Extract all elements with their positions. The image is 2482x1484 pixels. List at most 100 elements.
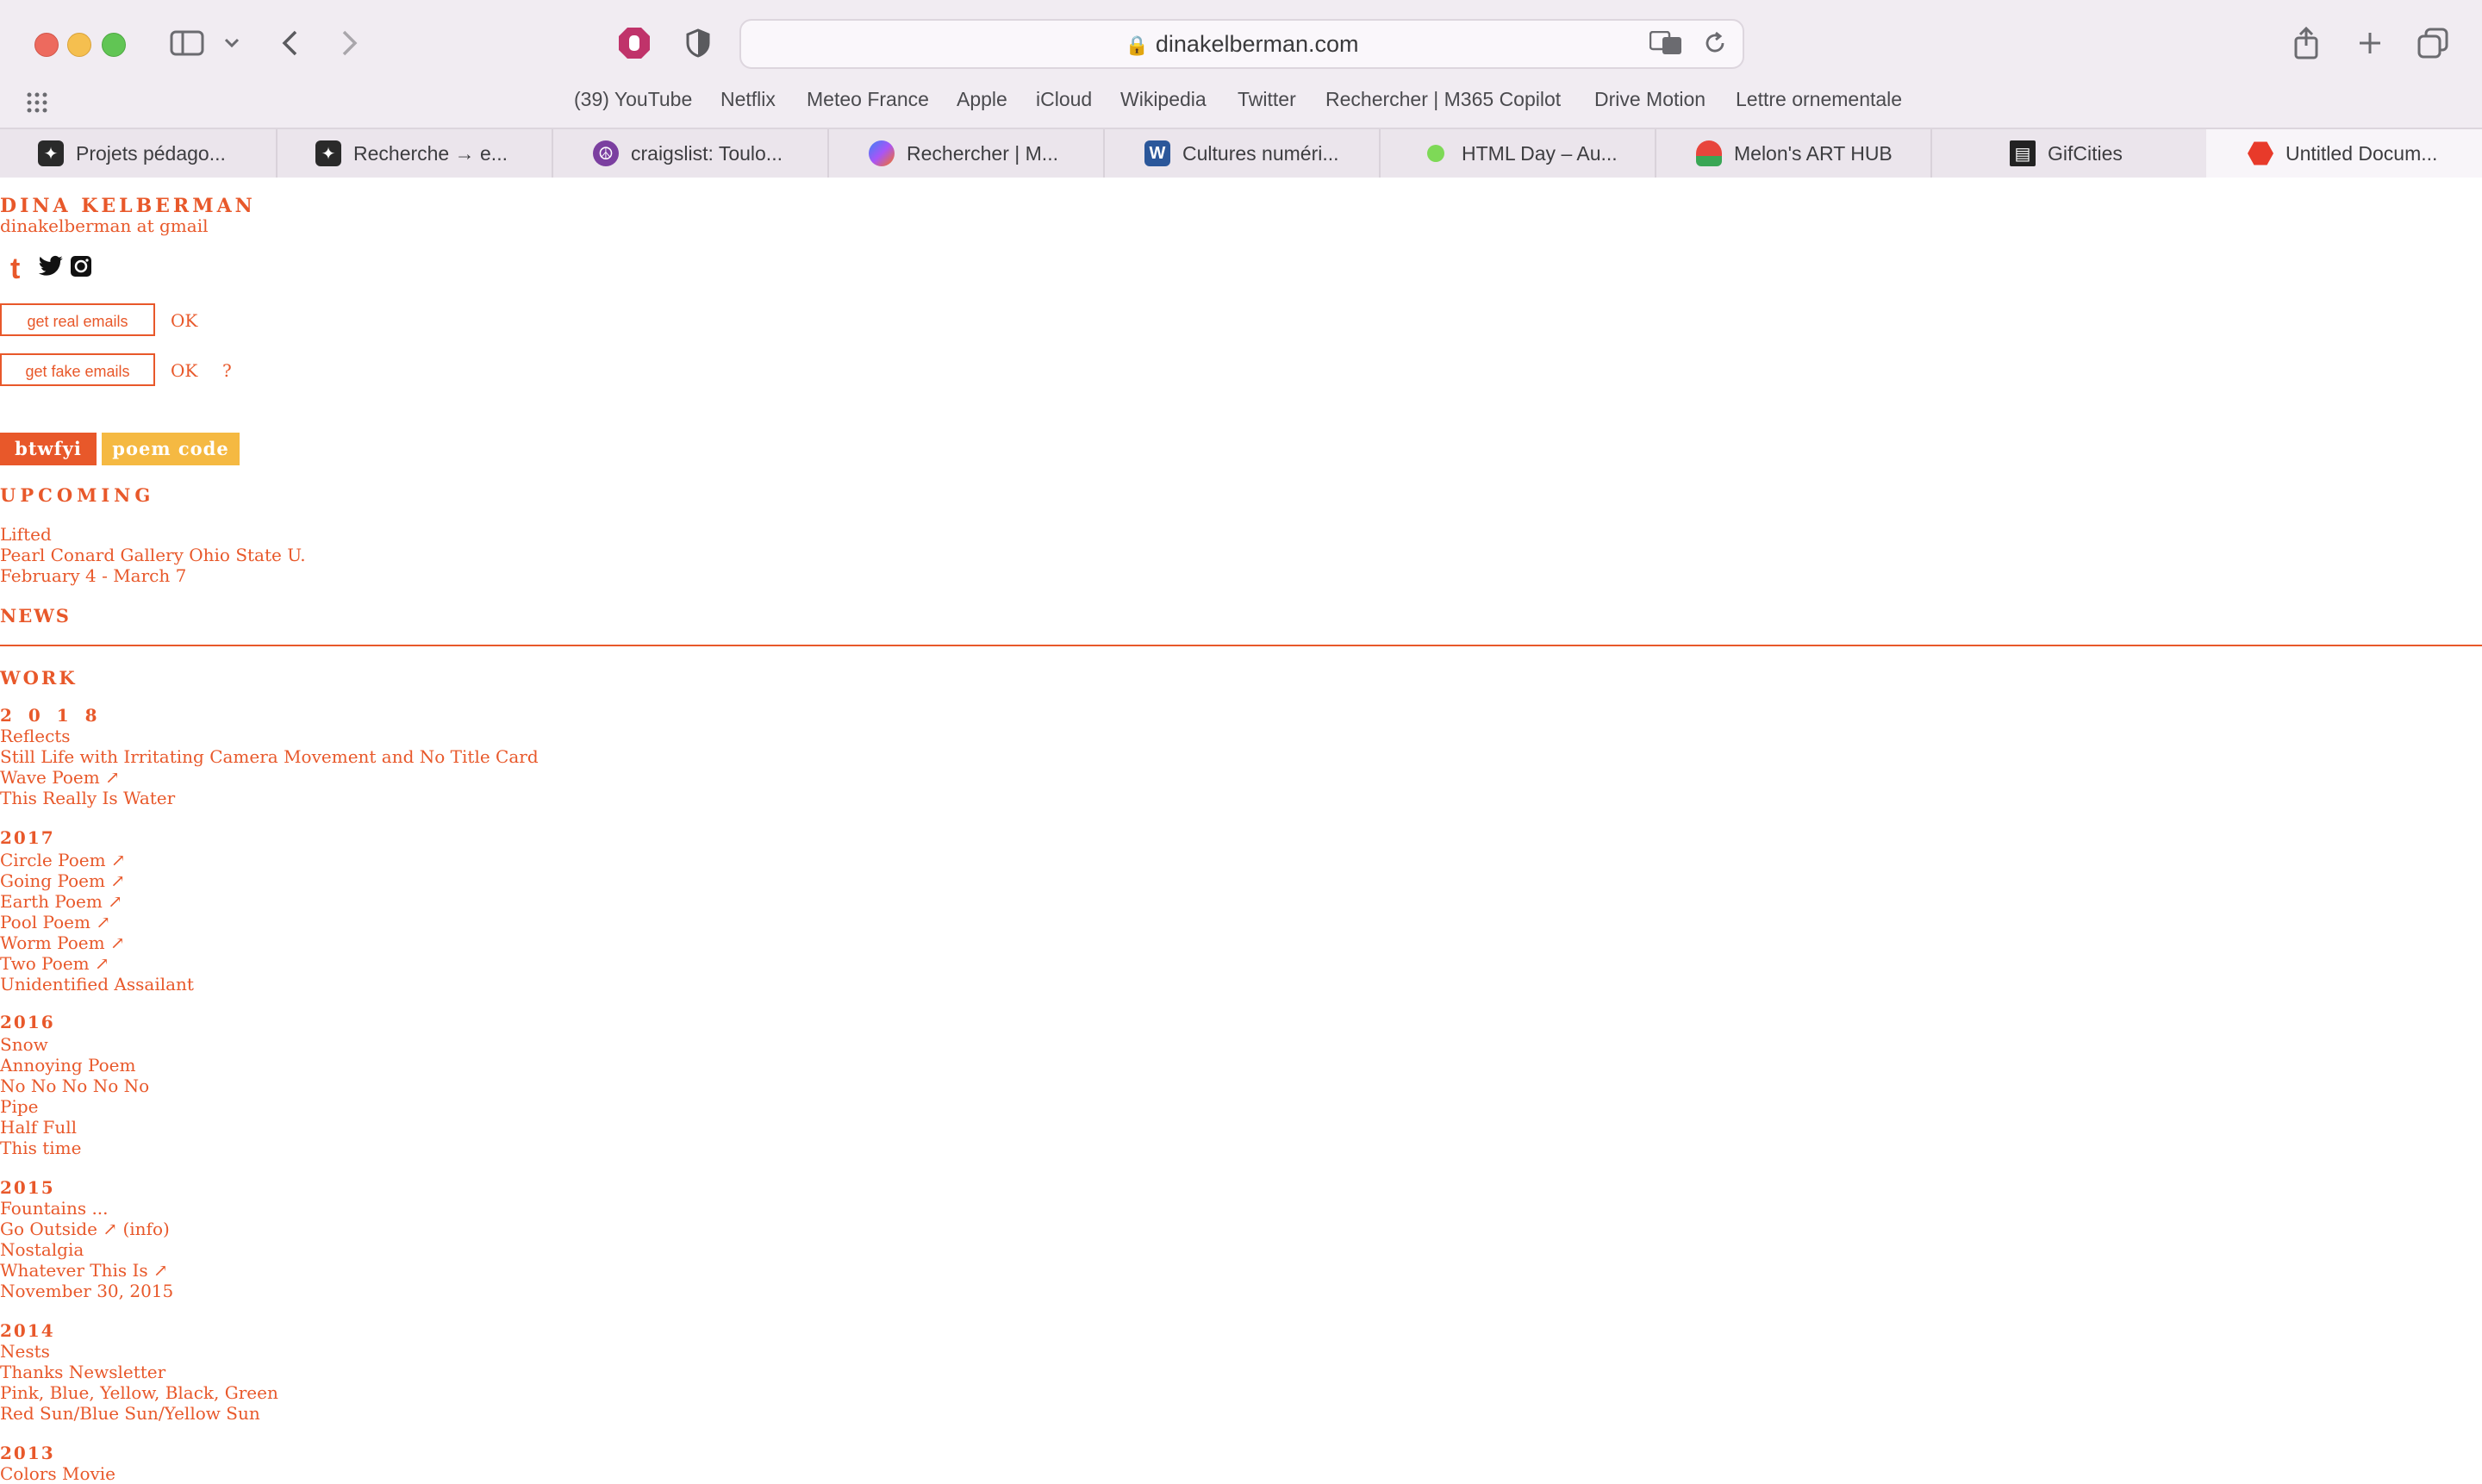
year-2017: 2017 [0,827,55,848]
cursor-icon: ✦ [38,140,64,166]
address-bar[interactable]: 🔒 dinakelberman.com [739,19,1744,69]
work-item[interactable]: Fountains ... [0,1198,173,1219]
browser-toolbar: 🔒 dinakelberman.com [0,0,2482,86]
tab-label: Projets pédago... [76,141,226,165]
work-item[interactable]: November 30, 2015 [0,1281,173,1301]
tab-melons-art-hub[interactable]: Melon's ART HUB [1655,129,1932,178]
poem-code-button[interactable]: poem code [102,433,240,465]
get-fake-emails-button[interactable]: get fake emails [0,353,155,386]
minimize-window-button[interactable] [67,33,91,57]
work-item[interactable]: Nostalgia [0,1239,173,1260]
work-item[interactable]: Pool Poem ↗ [0,912,194,932]
tab-gifcities[interactable]: ▤ GifCities [1930,129,2208,178]
tab-rechercher-copilot[interactable]: Rechercher | M... [827,129,1105,178]
reload-icon[interactable] [1703,31,1727,59]
tab-craigslist[interactable]: ☮ craigslist: Toulo... [552,129,829,178]
bookmark-twitter[interactable]: Twitter [1238,88,1296,111]
bookmark-lettre-ornementale[interactable]: Lettre ornementale [1736,88,1902,111]
upcoming-line: February 4 - March 7 [0,565,187,586]
work-item[interactable]: This Really Is Water [0,788,539,808]
year-2014: 2014 [0,1320,55,1341]
adblock-hand-icon[interactable] [614,24,655,62]
sidebar-toggle-icon[interactable] [165,24,209,62]
watermelon-icon [1696,140,1722,166]
tumblr-icon[interactable]: t [10,253,20,284]
work-item[interactable]: Annoying Poem [0,1055,149,1076]
year-2018: 2 0 1 8 [0,705,103,726]
translate-icon[interactable] [1649,30,1682,59]
chevron-down-icon[interactable] [221,24,243,62]
shield-icon[interactable] [681,24,715,62]
forward-icon[interactable] [334,24,365,62]
work-item[interactable]: This time [0,1138,149,1158]
work-item[interactable]: Snow [0,1034,149,1055]
work-item[interactable]: Earth Poem ↗ [0,891,194,912]
bookmark-icloud[interactable]: iCloud [1036,88,1092,111]
work-item[interactable]: Whatever This Is ↗ [0,1260,173,1281]
work-item[interactable]: Worm Poem ↗ [0,932,194,953]
work-item[interactable]: Reflects [0,726,539,746]
red-hexagon-icon [2248,141,2273,165]
new-tab-icon[interactable] [2353,24,2387,62]
work-item[interactable]: Pink, Blue, Yellow, Black, Green [0,1382,278,1403]
tab-label: Untitled Docum... [2286,141,2438,165]
work-item[interactable]: Going Poem ↗ [0,870,194,891]
word-icon: W [1144,140,1170,166]
work-item[interactable]: Two Poem ↗ [0,953,194,974]
tab-projets-pedago[interactable]: ✦ Projets pédago... [0,129,278,178]
zoom-window-button[interactable] [102,33,126,57]
tab-html-day[interactable]: HTML Day – Au... [1379,129,1656,178]
tab-label: GifCities [2048,141,2123,165]
tab-label: craigslist: Toulo... [631,141,783,165]
work-item[interactable]: Still Life with Irritating Camera Moveme… [0,746,539,767]
upcoming-list: Lifted Pearl Conard Gallery Ohio State U… [0,524,306,586]
ok-fake-link[interactable]: OK [171,360,197,381]
year-2013: 2013 [0,1443,55,1463]
share-icon[interactable] [2289,24,2323,62]
bookmark-youtube[interactable]: (39) YouTube [574,88,692,111]
work-item[interactable]: Red Sun/Blue Sun/Yellow Sun [0,1403,278,1424]
bookmark-netflix[interactable]: Netflix [720,88,776,111]
twitter-icon[interactable] [38,255,64,281]
get-real-emails-button[interactable]: get real emails [0,303,155,336]
peace-icon: ☮ [593,140,619,166]
btwfyi-button[interactable]: btwfyi [0,433,97,465]
year-2016: 2016 [0,1012,55,1032]
work-item[interactable]: Pipe [0,1096,149,1117]
bookmark-wikipedia[interactable]: Wikipedia [1120,88,1207,111]
tab-label: Cultures numéri... [1182,141,1339,165]
work-list-2017: Circle Poem ↗ Going Poem ↗ Earth Poem ↗ … [0,850,194,995]
close-window-button[interactable] [34,33,59,57]
bookmark-copilot[interactable]: Rechercher | M365 Copilot [1325,88,1561,111]
work-heading: WORK [0,667,78,689]
upcoming-line: Pearl Conard Gallery Ohio State U. [0,545,306,565]
bookmark-meteo-france[interactable]: Meteo France [807,88,929,111]
tab-bar: ✦ Projets pédago... ✦ Recherche → e... ☮… [0,128,2482,178]
work-item[interactable]: No No No No No [0,1076,149,1096]
copilot-icon [869,140,895,166]
work-item[interactable]: Circle Poem ↗ [0,850,194,870]
work-item[interactable]: Thanks Newsletter [0,1362,278,1382]
cursor-icon: ✦ [315,140,341,166]
bookmark-apple[interactable]: Apple [957,88,1007,111]
tab-untitled-document[interactable]: Untitled Docum... [2206,129,2482,178]
work-item[interactable]: Go Outside ↗ (info) [0,1219,173,1239]
work-item[interactable]: Unidentified Assailant [0,974,194,995]
back-icon[interactable] [274,24,305,62]
question-link[interactable]: ? [222,360,232,381]
tab-recherche[interactable]: ✦ Recherche → e... [276,129,553,178]
work-list-2013: Colors Movie [0,1463,115,1484]
instagram-icon[interactable] [69,254,93,282]
grid-apps-icon[interactable] [26,91,48,118]
bookmark-drive-motion[interactable]: Drive Motion [1594,88,1706,111]
tab-overview-icon[interactable] [2415,24,2451,62]
tab-cultures-numeriques[interactable]: W Cultures numéri... [1103,129,1381,178]
url-label: dinakelberman.com [1155,31,1359,57]
work-item[interactable]: Nests [0,1341,278,1362]
work-list-2015: Fountains ... Go Outside ↗ (info) Nostal… [0,1198,173,1301]
ok-real-link[interactable]: OK [171,310,197,331]
web-page: DINA KELBERMAN dinakelberman at gmail t … [0,176,2482,1484]
work-item[interactable]: Wave Poem ↗ [0,767,539,788]
work-item[interactable]: Colors Movie [0,1463,115,1484]
work-item[interactable]: Half Full [0,1117,149,1138]
